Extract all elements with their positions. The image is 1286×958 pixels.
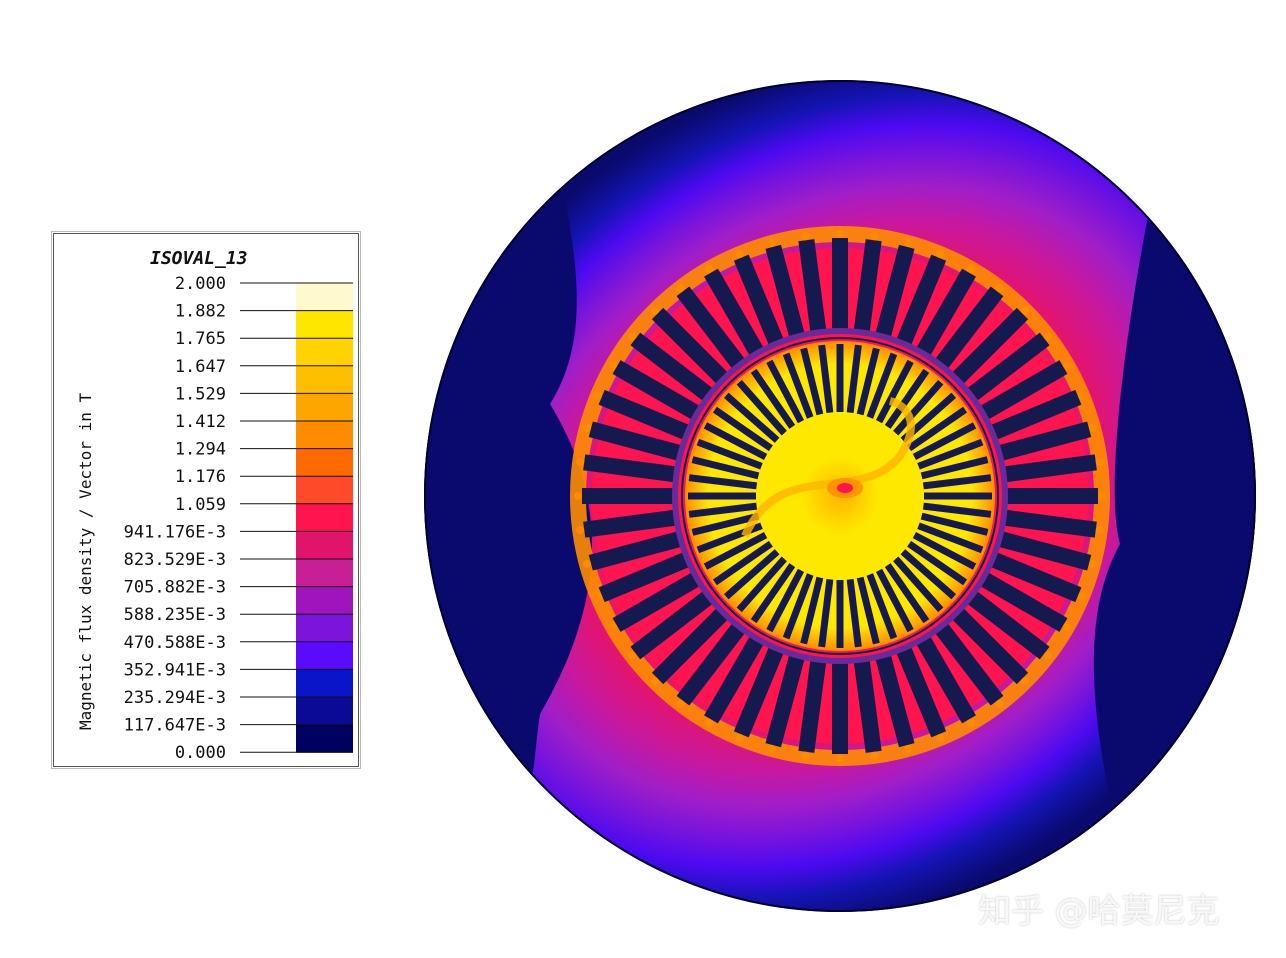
slot-tip-hotspot [836,230,844,238]
watermark: 知乎 @哈莫尼克 [978,891,1220,930]
legend-level-label: 941.176E-3 [124,522,226,542]
legend-color-band [296,641,353,670]
legend-color-band [296,393,353,422]
legend-color-band [296,283,353,311]
legend-panel: ISOVAL_13 Magnetic flux density / Vector… [51,231,361,769]
legend-color-band [296,724,353,753]
legend-level-label: 1.765 [175,329,226,349]
rotor-bar [924,492,992,500]
legend-color-band [296,669,353,698]
legend-color-band [296,338,353,367]
legend-color-band [296,476,353,505]
legend-color-band [296,531,353,560]
legend-color-band [296,614,353,643]
legend-color-band [296,559,353,588]
slot-tip-hotspot [836,754,844,762]
legend-level-label: 1.647 [175,357,226,377]
legend-scale: 2.000 1.882 1.765 1.647 1.529 1.412 1.294 1.176… [124,274,353,763]
legend-level-label: 0.000 [175,743,226,763]
stator-slot [1006,488,1098,504]
legend-level-label: 2.000 [175,274,226,294]
legend-level-label: 117.647E-3 [124,716,226,736]
legend-color-band [296,697,353,726]
slot-tip-hotspot [1098,492,1106,500]
stator-slot [582,488,674,504]
legend-level-label: 588.235E-3 [124,605,226,625]
stator-slot [832,662,848,754]
legend-color-band [296,310,353,339]
rotor-bar [688,492,756,500]
legend-level-label: 823.529E-3 [124,550,226,570]
slot-tip-hotspot [574,492,582,500]
legend-level-label: 1.294 [175,440,226,460]
flux-density-plot [424,80,1256,912]
legend-level-label: 1.529 [175,384,226,404]
legend-level-label: 352.941E-3 [124,660,226,680]
legend-level-label: 705.882E-3 [124,578,226,598]
legend-color-band [296,586,353,615]
legend-color-band [296,503,353,532]
legend-color-band [296,448,353,477]
legend-level-label: 470.588E-3 [124,633,226,653]
legend-color-band [296,421,353,450]
legend-color-band [296,365,353,394]
rotor-bar [836,344,844,412]
legend-level-label: 1.412 [175,412,226,432]
legend-level-label: 235.294E-3 [124,688,226,708]
rotor-center-peak [837,483,853,493]
legend-level-label: 1.882 [175,302,226,322]
legend-level-label: 1.059 [175,495,226,515]
legend-level-label: 1.176 [175,467,226,487]
stator-slot [832,238,848,330]
rotor-bar [836,580,844,648]
